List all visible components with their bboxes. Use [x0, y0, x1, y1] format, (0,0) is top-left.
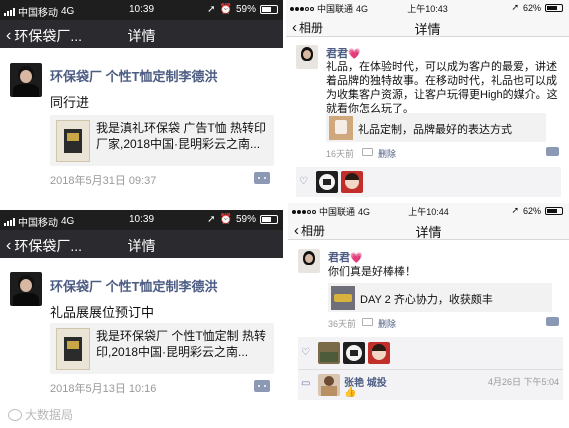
- liker-avatar[interactable]: [316, 171, 338, 193]
- nav-bar: ‹ 环保袋厂... 详情: [0, 230, 283, 258]
- post-author[interactable]: 环保袋厂 个性T恤定制李德洪: [50, 276, 218, 295]
- page-title: 详情: [414, 22, 441, 37]
- battery-icon: [260, 215, 278, 224]
- battery-label: 59%: [235, 214, 256, 225]
- post-text: 同行进: [50, 95, 90, 110]
- page-title: 详情: [127, 28, 156, 44]
- post-date: 2018年5月31日 09:37: [50, 175, 157, 187]
- avatar[interactable]: [298, 249, 320, 273]
- comment-time: 4月26日 下午5:04: [487, 377, 559, 387]
- link-title: DAY 2 齐心协力，收获颇丰: [360, 294, 493, 306]
- alarm-icon: ⏰: [219, 214, 232, 225]
- post-author[interactable]: 君君💗: [326, 45, 360, 61]
- heart-icon: 💗: [348, 49, 361, 60]
- alarm-icon: ⏰: [219, 4, 232, 15]
- delete-button[interactable]: 删除: [378, 147, 396, 160]
- liker-avatar[interactable]: [318, 342, 340, 364]
- avatar[interactable]: [296, 45, 318, 69]
- battery-label: 62%: [522, 2, 541, 13]
- likes-bar: ♡: [296, 167, 561, 197]
- location-icon: ➚: [511, 2, 519, 12]
- link-title: 我是环保袋厂 个性T恤定制 热转印,2018中国·昆明彩云之南...: [96, 329, 266, 359]
- post-time: 36天前: [328, 319, 357, 329]
- status-bar: 中国移动 4G 10:39 ➚ ⏰ 59%: [0, 0, 283, 20]
- link-thumbnail: [56, 328, 90, 370]
- link-card[interactable]: DAY 2 齐心协力，收获颇丰: [328, 283, 552, 312]
- link-thumbnail: [331, 286, 355, 310]
- heart-icon: 💗: [350, 253, 363, 264]
- comment-icon[interactable]: [254, 380, 270, 392]
- battery-label: 62%: [522, 205, 541, 216]
- status-bar: 中国联通 4G 上午10:43 ➚ 62%: [286, 0, 569, 15]
- screenshot-top-left: 中国移动 4G 10:39 ➚ ⏰ 59% ‹ 环保袋厂... 详情 环保袋厂 …: [0, 0, 283, 205]
- location-icon: ➚: [207, 4, 216, 15]
- post-date: 2018年5月13日 10:16: [50, 383, 157, 395]
- delete-button[interactable]: 删除: [378, 317, 396, 330]
- liker-avatar[interactable]: [368, 342, 390, 364]
- liker-avatar[interactable]: [341, 171, 363, 193]
- battery-label: 59%: [235, 4, 256, 15]
- location-icon: ➚: [207, 214, 216, 225]
- battery-icon: [260, 5, 278, 14]
- screenshot-top-right: 中国联通 4G 上午10:43 ➚ 62% ‹ 相册 详情 君君💗 礼品，在体验…: [286, 0, 569, 198]
- weibo-icon: [8, 408, 22, 421]
- link-card[interactable]: 我是环保袋厂 个性T恤定制 热转印,2018中国·昆明彩云之南...: [50, 323, 274, 374]
- page-title: 详情: [415, 225, 442, 240]
- privacy-icon: [362, 148, 373, 156]
- link-thumbnail: [329, 116, 353, 140]
- post-text: 礼品，在体验时代，可以成为客户的最爱，讲述着品牌的独特故事。在移动时代，礼品也可…: [326, 61, 558, 115]
- post-text: 你们真是好棒棒！: [328, 266, 416, 278]
- commenter-avatar[interactable]: [318, 374, 340, 396]
- nav-bar: ‹ 相册 详情: [288, 218, 569, 240]
- comment-icon[interactable]: [254, 172, 270, 184]
- comment-emoji: 👍: [344, 387, 357, 398]
- comment-icon[interactable]: [546, 147, 559, 156]
- battery-icon: [545, 3, 563, 12]
- comment-icon[interactable]: [546, 317, 559, 326]
- likes-bar: ♡: [298, 337, 563, 369]
- avatar[interactable]: [10, 63, 42, 97]
- comments-bar: ▭ 张艳 城投 👍 4月26日 下午5:04: [298, 370, 563, 400]
- location-icon: ➚: [511, 205, 519, 215]
- privacy-icon: [362, 318, 373, 326]
- heart-outline-icon: ♡: [301, 347, 310, 358]
- link-thumbnail: [56, 120, 90, 162]
- nav-bar: ‹ 相册 详情: [286, 15, 569, 37]
- page-title: 详情: [127, 238, 156, 254]
- screenshot-bottom-left: 中国移动 4G 10:39 ➚ ⏰ 59% ‹ 环保袋厂... 详情 环保袋厂 …: [0, 210, 283, 428]
- status-bar: 中国移动 4G 10:39 ➚ ⏰ 59%: [0, 210, 283, 230]
- avatar[interactable]: [10, 272, 42, 306]
- link-card[interactable]: 礼品定制，品牌最好的表达方式: [326, 113, 546, 142]
- liker-avatar[interactable]: [343, 342, 365, 364]
- link-title: 礼品定制，品牌最好的表达方式: [358, 124, 512, 136]
- post-text: 礼品展展位预订中: [50, 305, 155, 320]
- heart-outline-icon: ♡: [299, 176, 308, 187]
- link-title: 我是滇礼环保袋 广告T恤 热转印厂家,2018中国·昆明彩云之南...: [96, 121, 266, 151]
- battery-icon: [545, 206, 563, 215]
- post-author[interactable]: 环保袋厂 个性T恤定制李德洪: [50, 66, 218, 85]
- link-card[interactable]: 我是滇礼环保袋 广告T恤 热转印厂家,2018中国·昆明彩云之南...: [50, 115, 274, 166]
- post-author[interactable]: 君君💗: [328, 249, 362, 265]
- comment-bubble-icon: ▭: [301, 378, 311, 389]
- watermark: 大数据局: [8, 406, 73, 423]
- nav-bar: ‹ 环保袋厂... 详情: [0, 20, 283, 48]
- post-time: 16天前: [326, 149, 355, 159]
- status-bar: 中国联通 4G 上午10:44 ➚ 62%: [288, 203, 569, 218]
- screenshot-bottom-right: 中国联通 4G 上午10:44 ➚ 62% ‹ 相册 详情 君君💗 你们真是好棒…: [288, 203, 569, 414]
